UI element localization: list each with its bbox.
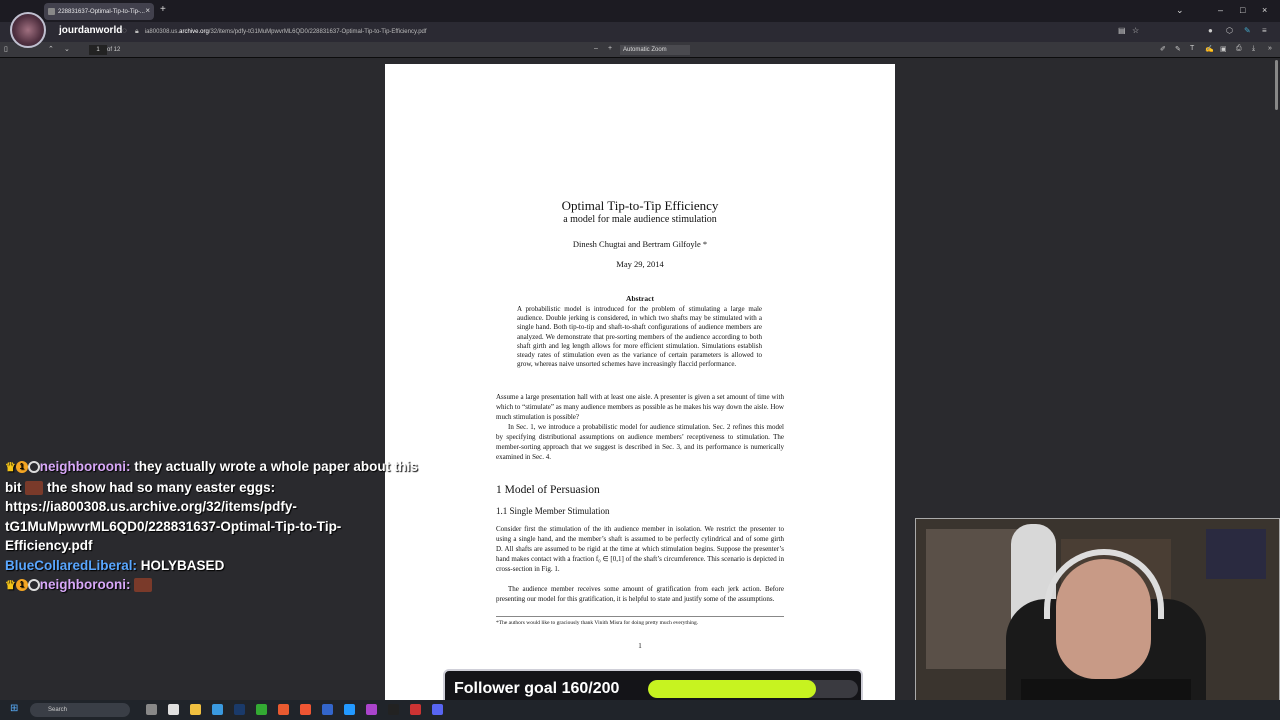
extensions-icon[interactable]: ⬡ (1226, 26, 1233, 35)
firefox-icon[interactable] (278, 704, 289, 715)
sub-badge-icon: 1 (15, 579, 28, 592)
body-paragraph-2: The audience member receives some amount… (496, 585, 784, 603)
abstract-text: A probabilistic model is introduced for … (517, 305, 762, 369)
footnote: *The authors would like to graciously th… (496, 616, 784, 626)
chat-username: neighborooni: (39, 459, 131, 474)
media-icon[interactable] (410, 704, 421, 715)
mail-icon[interactable] (344, 704, 355, 715)
save-icon[interactable]: ⤓ (1252, 45, 1255, 53)
highlight-icon[interactable]: ✐ (1160, 45, 1166, 53)
taskbar: ⊞ Search (0, 700, 1280, 720)
sub-badge-icon: 1 (15, 461, 28, 474)
ring-badge-icon (27, 461, 40, 474)
crown-badge-icon: ♛ (5, 460, 16, 474)
chat-text-continued: the show had so many easter eggs: https:… (5, 479, 342, 554)
chat-message: BlueCollaredLiberal: HOLYBASED (5, 556, 425, 576)
pdf-page: Optimal Tip-to-Tip Efficiency a model fo… (385, 64, 895, 704)
url-host: archive.org (179, 29, 209, 35)
webcam-poster (1206, 529, 1266, 579)
bookmark-star-icon[interactable]: ☆ (1132, 26, 1139, 35)
chat-message: ♛ 1 neighborooni: they actually wrote a wh… (5, 457, 425, 556)
chat-overlay: ♛ 1 neighborooni: they actually wrote a wh… (5, 457, 425, 596)
goal-progress-fill (648, 680, 816, 698)
taskbar-search[interactable]: Search (30, 703, 130, 717)
edge-icon[interactable] (212, 704, 223, 715)
chrome-icon[interactable] (168, 704, 179, 715)
terminal-icon[interactable] (388, 704, 399, 715)
paper-title: Optimal Tip-to-Tip Efficiency (561, 198, 719, 213)
page-footer-number: 1 (638, 642, 642, 650)
app-icon[interactable] (322, 704, 333, 715)
maximize-button[interactable]: □ (1240, 5, 1245, 15)
new-tab-button[interactable]: + (160, 4, 166, 15)
browser-tab[interactable]: 228831637-Optimal-Tip-to-Tip-... × (44, 3, 154, 20)
tab-title: 228831637-Optimal-Tip-to-Tip-... (58, 8, 145, 15)
intro-paragraph-2: In Sec. 1, we introduce a probabilistic … (496, 423, 784, 461)
windows-start-icon[interactable]: ⊞ (10, 703, 18, 714)
draw-icon[interactable]: ✎ (1175, 45, 1181, 53)
zoom-in-button[interactable]: + (608, 45, 612, 52)
goal-label: Follower goal 160/200 (454, 680, 620, 697)
discord-icon[interactable] (432, 704, 443, 715)
menu-icon[interactable]: ≡ (1262, 26, 1267, 35)
emote-icon (134, 578, 153, 593)
reader-mode-icon[interactable]: ▤ (1118, 26, 1126, 35)
scrollbar[interactable] (1275, 60, 1278, 110)
slack-icon[interactable] (366, 704, 377, 715)
chat-username: BlueCollaredLiberal: (5, 557, 138, 573)
tab-bar: 228831637-Optimal-Tip-to-Tip-... × + ⌄ –… (0, 0, 1280, 22)
pen-extension-icon[interactable]: ✎ (1244, 26, 1251, 35)
more-tools-icon[interactable]: » (1268, 45, 1272, 52)
lock-icon: 🔒︎ (135, 28, 139, 35)
zoom-out-button[interactable]: – (594, 45, 598, 52)
url-path: /32/items/pdfy-tG1MuMpwvrML6QD0/22883163… (208, 29, 427, 35)
pdf-favicon-icon (48, 8, 55, 15)
body-paragraph-1: Consider first the stimulation of the it… (496, 525, 784, 573)
task-view-icon[interactable] (146, 704, 157, 715)
section-heading: 1 Model of Persuasion (496, 484, 600, 496)
tab-list-icon[interactable]: ⌄ (1176, 5, 1184, 16)
ring-badge-icon (27, 579, 40, 592)
webcam-feed (915, 518, 1280, 720)
close-tab-icon[interactable]: × (145, 6, 150, 15)
paper-authors: Dinesh Chugtai and Bertram Gilfoyle * (572, 239, 708, 249)
channel-avatar (10, 12, 46, 48)
paper-subtitle: a model for male audience stimulation (563, 214, 717, 225)
zoom-select[interactable]: Automatic Zoom (620, 45, 690, 55)
text-icon[interactable]: T (1190, 45, 1194, 52)
channel-name: jourdanworld (59, 25, 123, 36)
image-icon[interactable]: ▣ (1220, 45, 1227, 53)
next-page-icon[interactable]: ⌄ (64, 45, 70, 53)
chat-message: ♛ 1 neighborooni: (5, 575, 425, 596)
subsection-heading: 1.1 Single Member Stimulation (496, 506, 610, 516)
previous-page-icon[interactable]: ⌃ (48, 45, 54, 53)
url-bar[interactable]: 🔒︎ ia800308.us. archive.org/32/items/pdfy… (135, 25, 1125, 39)
page-count: of 12 (107, 47, 121, 53)
paper-date: May 29, 2014 (616, 259, 664, 269)
page-number-input[interactable]: 1 (89, 45, 107, 55)
sidebar-toggle-icon[interactable]: ▯ (4, 45, 8, 53)
steam-icon[interactable] (234, 704, 245, 715)
signature-icon[interactable]: ✍ (1205, 45, 1214, 53)
nav-bar: ◌ 🔒︎ ia800308.us. archive.org/32/items/pd… (0, 22, 1280, 42)
emote-icon (25, 480, 44, 495)
print-icon[interactable]: ⎙ (1236, 45, 1242, 53)
pdf-toolbar: ▯ ⌃ ⌄ 1 of 12 – + Automatic Zoom ✐ ✎ T ✍… (0, 42, 1280, 58)
xbox-icon[interactable] (256, 704, 267, 715)
url-prefix: ia800308.us. (144, 29, 180, 35)
chat-text: HOLYBASED (140, 557, 225, 573)
close-window-button[interactable]: × (1262, 5, 1267, 15)
intro-paragraph-1: Assume a large presentation hall with at… (496, 393, 784, 421)
file-explorer-icon[interactable] (190, 704, 201, 715)
info-icon[interactable]: ● (1208, 26, 1213, 35)
abstract-heading: Abstract (626, 294, 654, 303)
brave-icon[interactable] (300, 704, 311, 715)
goal-progress-bar (648, 680, 858, 698)
minimize-button[interactable]: – (1218, 5, 1223, 15)
shield-icon[interactable]: ◌ (122, 26, 127, 35)
chat-username: neighborooni: (39, 577, 131, 592)
crown-badge-icon: ♛ (5, 578, 16, 592)
